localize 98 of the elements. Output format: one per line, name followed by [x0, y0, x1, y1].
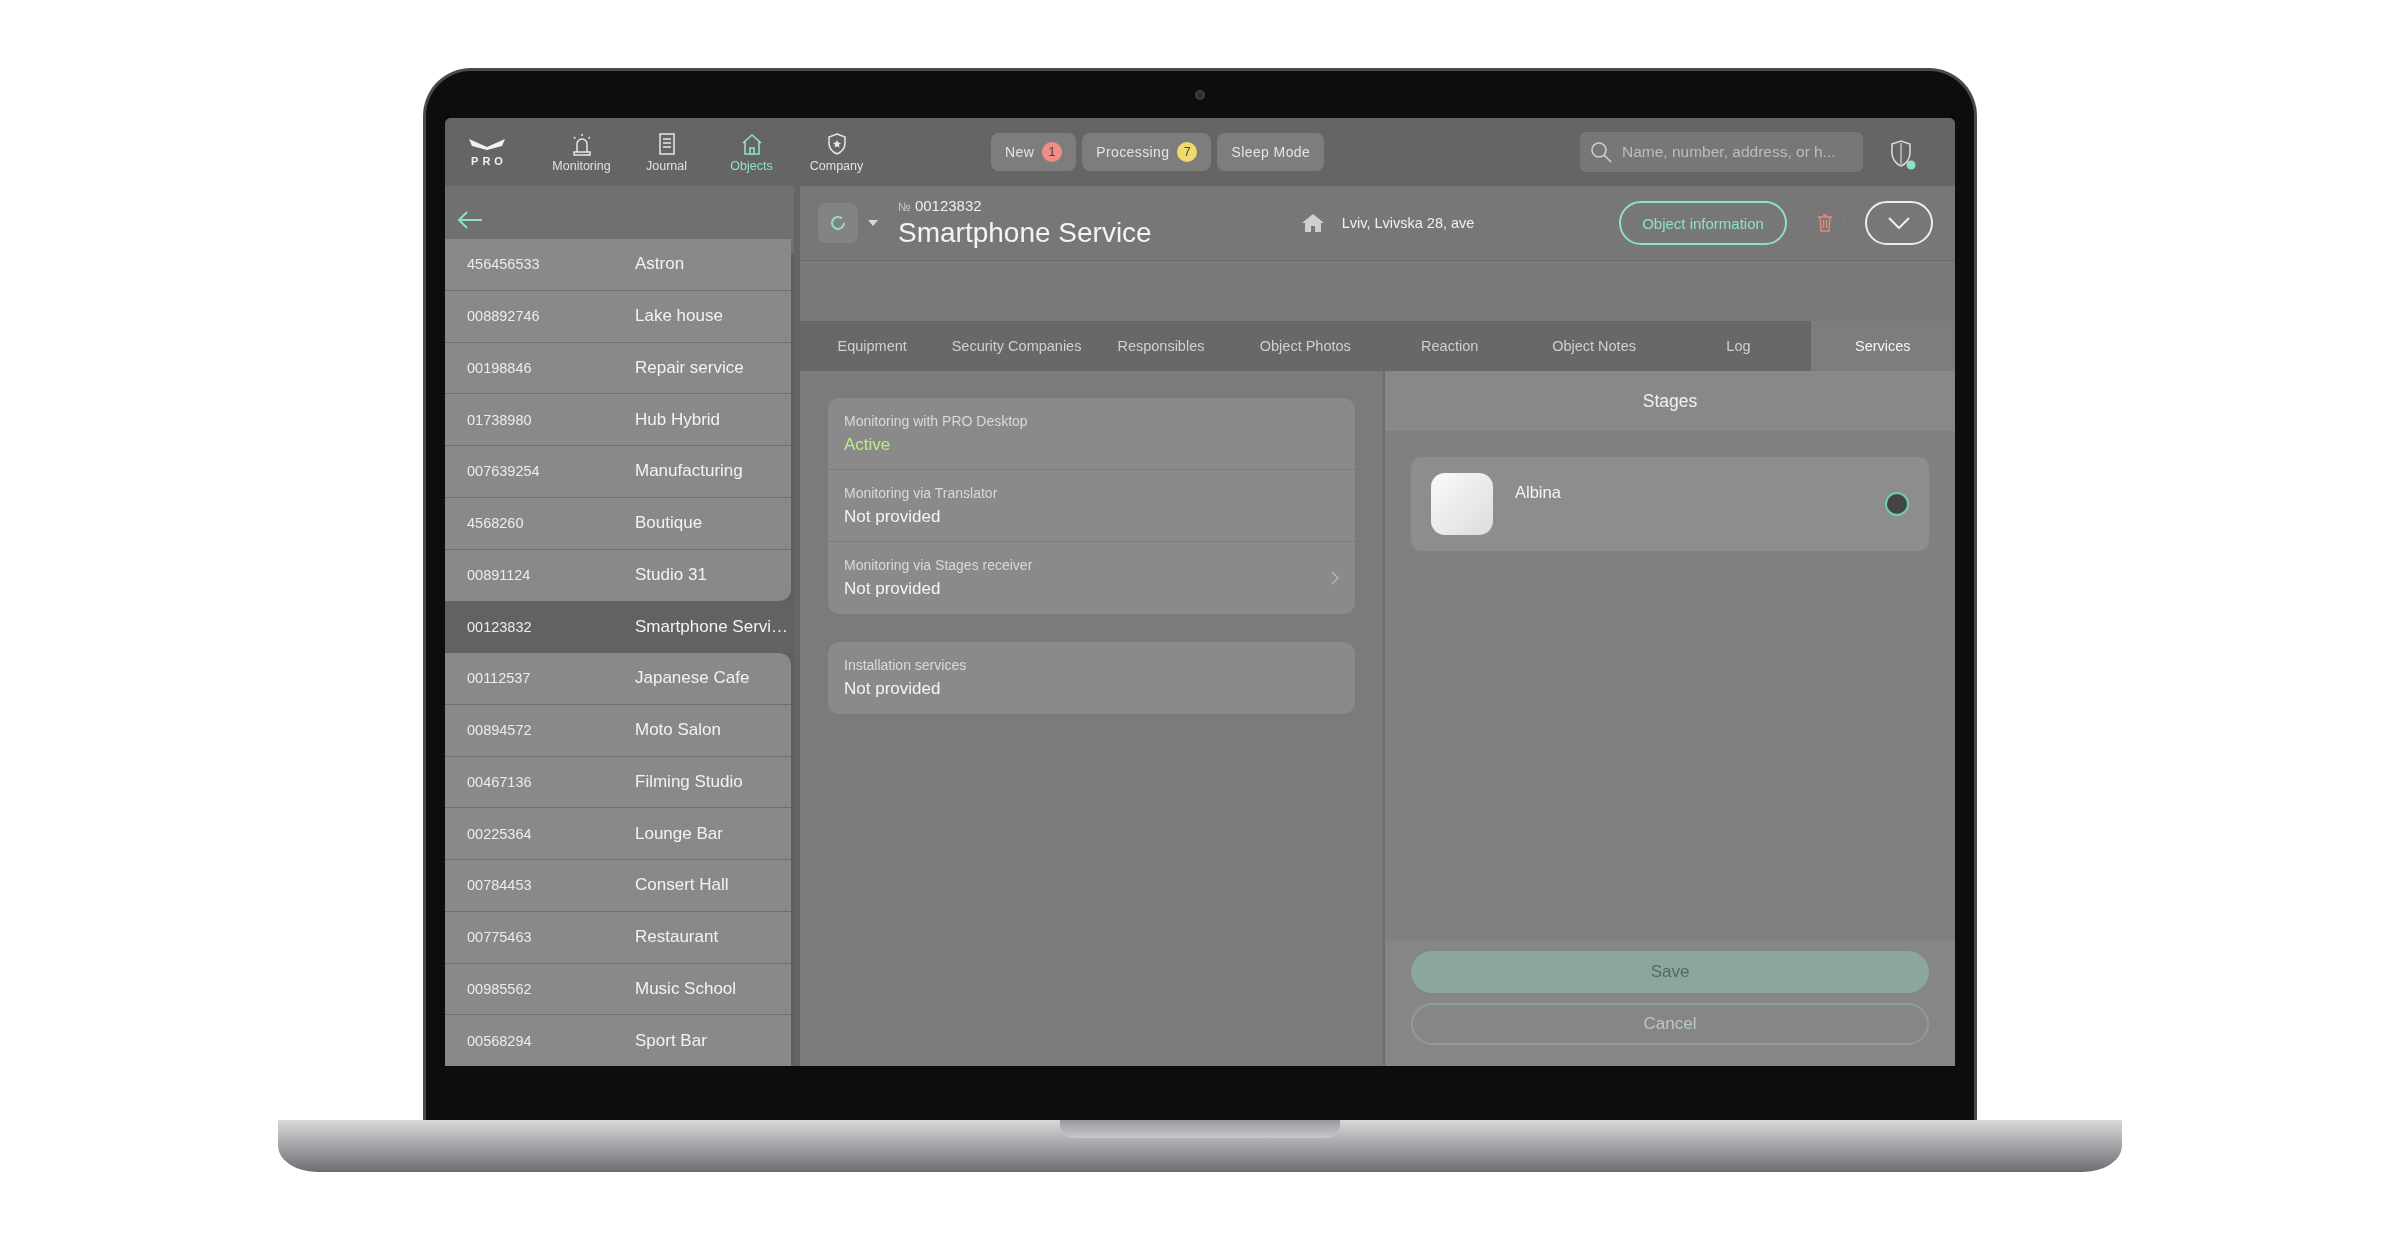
logo-text: PRO [470, 155, 507, 167]
service-label: Monitoring via Translator [844, 484, 999, 501]
logo-icon [467, 137, 507, 151]
device-card[interactable]: Albina [1411, 457, 1929, 551]
object-name: Manufacturing [635, 461, 743, 482]
object-name: Japanese Cafe [635, 668, 750, 689]
object-information-button[interactable]: Object information [1619, 201, 1787, 245]
address: Lviv, Lvivska 28, ave [1341, 215, 1475, 231]
object-row[interactable]: 00985562 Music School [445, 963, 791, 1016]
object-name: Lounge Bar [635, 823, 723, 844]
tab[interactable]: Services [1810, 321, 1955, 371]
object-name: Lake house [635, 306, 723, 327]
object-row[interactable]: 00225364 Lounge Bar [445, 808, 791, 860]
object-row[interactable]: 456456533 Astron [445, 239, 791, 291]
service-label: Installation services [844, 657, 968, 673]
nav-item[interactable]: Monitoring [539, 131, 624, 173]
tab[interactable]: Object Notes [1521, 321, 1667, 371]
shield-status-icon[interactable] [1890, 140, 1916, 170]
search-field[interactable]: Name, number, address, or h... [1580, 132, 1863, 172]
object-number: 00198846 [466, 359, 533, 376]
service-label: Monitoring via Stages receiver [844, 557, 1034, 573]
expand-button[interactable] [1865, 201, 1933, 245]
object-name: Smartphone Servi… [635, 616, 789, 637]
object-name: Boutique [635, 513, 703, 534]
object-row[interactable]: 00775463 Restaurant [445, 911, 791, 964]
object-number: 456456533 [466, 256, 541, 273]
object-number: 00467136 [466, 773, 533, 790]
count-badge: 1 [1042, 142, 1063, 162]
tab[interactable]: Object Photos [1233, 321, 1378, 371]
device-icon [1431, 473, 1493, 535]
tab[interactable]: Log [1666, 321, 1811, 371]
object-name: Consert Hall [635, 875, 729, 896]
chevron-right-icon [1331, 571, 1339, 585]
caret-icon[interactable] [868, 220, 878, 226]
tab[interactable]: Security Companies [944, 321, 1089, 371]
object-row[interactable]: 00467136 Filming Studio [445, 756, 791, 809]
camera-icon [1195, 89, 1205, 100]
object-number: 00123832 [914, 197, 982, 214]
object-title: Smartphone Service [898, 217, 1152, 249]
object-row[interactable]: 00198846 Repair service [445, 342, 791, 395]
object-row[interactable]: 01738980 Hub Hybrid [445, 394, 791, 446]
service-status: Not provided [844, 579, 942, 599]
object-row[interactable]: 008892746 Lake house [445, 290, 791, 343]
object-number: 00784453 [466, 877, 533, 894]
object-name: Astron [635, 254, 685, 275]
object-name: Hub Hybrid [635, 409, 721, 430]
status-button[interactable]: Sleep Mode [1217, 133, 1325, 171]
object-row[interactable]: 4568260 Boutique [445, 497, 791, 550]
object-name: Studio 31 [635, 565, 707, 586]
object-number: 01738980 [466, 411, 533, 428]
number-sign: № [898, 200, 911, 214]
object-row[interactable]: 00568294 Sport Bar [445, 1015, 791, 1066]
object-number: 00775463 [466, 929, 533, 946]
service-row[interactable]: Monitoring via Stages receiver Not provided [828, 542, 1355, 614]
service-status: Not provided [844, 679, 942, 699]
object-name: Moto Salon [635, 720, 721, 741]
device-name: Albina [1515, 483, 1562, 502]
object-number: 007639254 [466, 463, 541, 480]
object-name: Music School [635, 978, 737, 999]
object-row[interactable]: 007639254 Manufacturing [445, 446, 791, 498]
refresh-button[interactable] [818, 203, 858, 243]
back-arrow-icon[interactable] [457, 210, 483, 230]
status-button[interactable]: Processing 7 [1082, 133, 1212, 171]
object-row[interactable]: 00891124 Studio 31 [445, 549, 791, 602]
tab[interactable]: Reaction [1377, 321, 1522, 371]
object-number: 00225364 [466, 825, 533, 842]
count-badge: 7 [1177, 142, 1198, 162]
status-button[interactable]: New 1 [991, 133, 1077, 171]
service-status: Not provided [844, 506, 942, 527]
refresh-icon [828, 213, 848, 233]
object-number: 00894572 [466, 722, 533, 739]
panel-title: Stages [1385, 371, 1955, 431]
chevron-down-icon [1888, 217, 1910, 229]
home-icon [1301, 213, 1324, 233]
object-name: Repair service [635, 357, 744, 378]
nav-item[interactable]: Company [794, 131, 879, 173]
tab[interactable]: Equipment [800, 321, 945, 371]
object-name: Filming Studio [635, 771, 743, 792]
service-status: Active [844, 434, 892, 455]
object-row[interactable]: 00112537 Japanese Cafe [445, 653, 791, 705]
nav-item[interactable]: Objects [709, 131, 794, 173]
tab[interactable]: Responsibles [1088, 321, 1234, 371]
object-number: 00123832 [466, 618, 533, 635]
trash-icon [1818, 214, 1832, 232]
object-name: Restaurant [635, 927, 719, 948]
object-number: 008892746 [466, 308, 541, 325]
object-number: 4568260 [466, 515, 525, 532]
object-row[interactable]: 00784453 Consert Hall [445, 860, 791, 912]
radio-button[interactable] [1885, 492, 1909, 516]
search-icon [1590, 141, 1612, 163]
object-name: Sport Bar [635, 1030, 707, 1051]
object-row[interactable]: 00894572 Moto Salon [445, 704, 791, 757]
service-label: Monitoring with PRO Desktop [844, 412, 1029, 429]
object-number: 00985562 [466, 980, 533, 997]
object-number: 00891124 [466, 567, 532, 584]
nav-item[interactable]: Journal [624, 131, 709, 173]
object-number: 00112537 [466, 670, 532, 687]
object-number: 00568294 [466, 1032, 533, 1049]
